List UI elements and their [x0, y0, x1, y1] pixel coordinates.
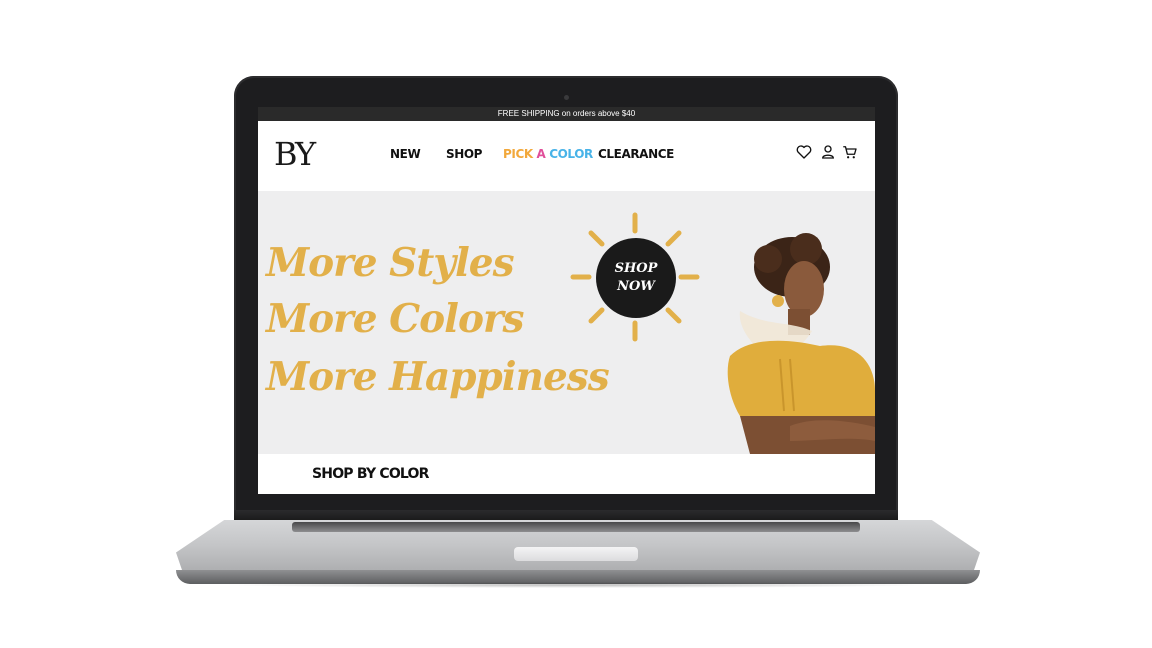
laptop-screen: FREE SHIPPING on orders above $40 BY NEW…: [258, 107, 875, 494]
shop-now-line-2: NOW: [617, 279, 655, 294]
brand-logo[interactable]: BY: [274, 135, 316, 173]
nav-clearance[interactable]: CLEARANCE: [598, 147, 674, 161]
trackpad-notch: [514, 547, 638, 561]
announcement-text: FREE SHIPPING on orders above $40: [497, 109, 636, 118]
laptop-shadow: [220, 582, 932, 588]
nav-pick-word-1: PICK: [503, 147, 537, 161]
hero-line-styles: More Styles: [266, 240, 515, 286]
header-icons: [795, 143, 861, 163]
webcam: [564, 95, 569, 100]
nav-pick-word-2: A: [536, 147, 550, 161]
hero-line-colors: More Colors: [266, 296, 525, 342]
section-title: SHOP BY COLOR: [312, 466, 429, 482]
nav-pick-a-color[interactable]: PICK A COLOR: [503, 147, 593, 161]
heart-icon[interactable]: [795, 143, 813, 161]
user-icon[interactable]: [819, 143, 837, 161]
shop-now-button[interactable]: SHOP NOW: [596, 238, 676, 318]
nav-shop[interactable]: SHOP: [446, 147, 482, 161]
shop-now-line-1: SHOP: [614, 261, 658, 276]
nav-pick-word-3: COLOR: [549, 147, 593, 161]
site-header: BY NEW SHOP PICK A COLOR CLEARANCE: [258, 121, 875, 191]
cart-icon[interactable]: [841, 143, 859, 161]
hero-banner: More Styles More Colors More Happiness S…: [258, 191, 875, 454]
announcement-bar: FREE SHIPPING on orders above $40: [258, 107, 875, 121]
shop-by-color-section: SHOP BY COLOR: [258, 454, 875, 494]
model-photo: [727, 233, 875, 454]
keyboard-edge: [292, 522, 860, 532]
nav-new[interactable]: NEW: [390, 147, 421, 161]
hero-line-happiness: More Happiness: [266, 354, 610, 400]
